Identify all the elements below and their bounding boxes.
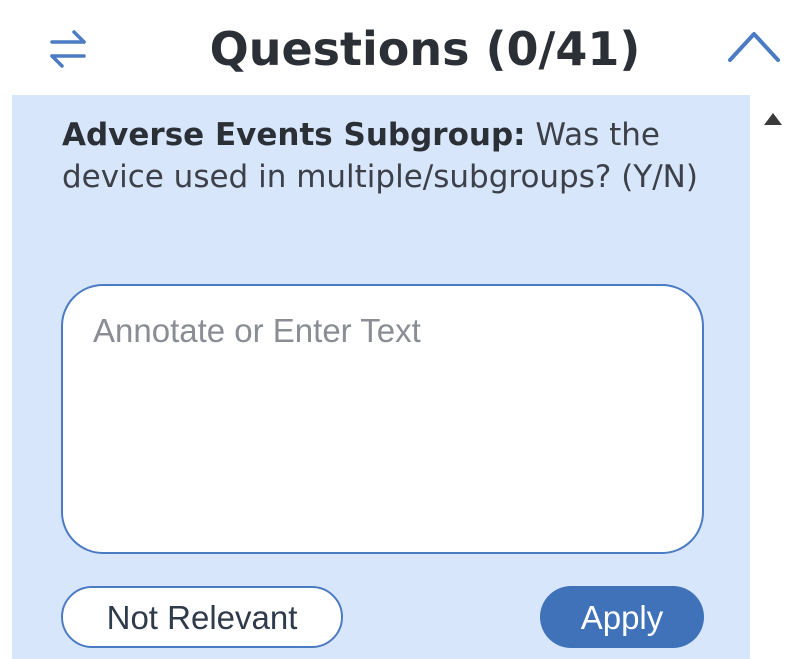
apply-button[interactable]: Apply bbox=[540, 586, 704, 648]
swap-arrows-icon[interactable] bbox=[44, 26, 92, 74]
scroll-up-arrow-icon[interactable] bbox=[763, 112, 783, 126]
questions-panel: Questions (0/41) Adverse Events Subgroup… bbox=[0, 0, 799, 659]
annotation-input[interactable] bbox=[61, 284, 704, 554]
chevron-up-icon[interactable] bbox=[726, 26, 782, 66]
not-relevant-button[interactable]: Not Relevant bbox=[61, 586, 343, 648]
question-category: Adverse Events Subgroup: bbox=[62, 117, 526, 153]
scrollbar[interactable] bbox=[750, 95, 799, 659]
question-text: Adverse Events Subgroup: Was the device … bbox=[62, 114, 712, 198]
panel-header: Questions (0/41) bbox=[0, 0, 799, 95]
panel-title: Questions (0/41) bbox=[209, 22, 641, 76]
